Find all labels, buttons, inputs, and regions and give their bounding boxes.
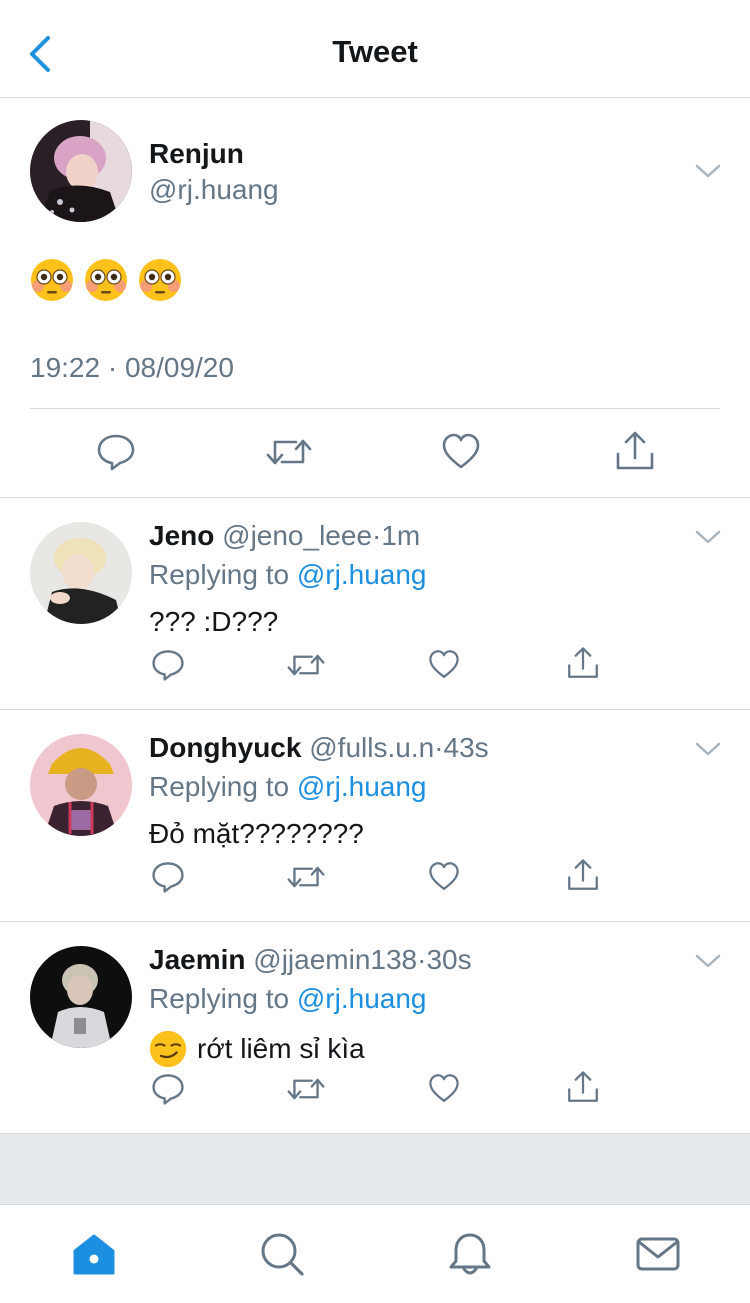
replying-to-link[interactable]: @rj.huang <box>297 559 427 590</box>
author-name[interactable]: Jeno <box>149 520 214 551</box>
retweet-icon[interactable] <box>287 1072 325 1106</box>
author-handle[interactable]: @jeno_leee <box>222 520 372 551</box>
flushed-face-icon <box>139 259 181 301</box>
share-icon[interactable] <box>566 1070 600 1104</box>
share-icon[interactable] <box>566 646 600 680</box>
author-name[interactable]: Renjun <box>149 138 244 170</box>
reply-text: Đỏ mặt???????? <box>149 818 364 850</box>
reply-text: rớt liêm sỉ kìa <box>149 1030 365 1068</box>
reply-actions <box>0 858 750 898</box>
main-tweet: Renjun @rj.huang 19:22 · 08/09/20 <box>0 98 750 498</box>
reply-time: 30s <box>426 944 472 975</box>
heart-icon[interactable] <box>428 860 460 892</box>
retweet-icon[interactable] <box>287 648 325 682</box>
reply-icon[interactable] <box>151 860 185 894</box>
chevron-down-icon[interactable] <box>694 528 722 546</box>
reply-actions <box>0 646 750 686</box>
replying-to: Replying to @rj.huang <box>149 559 426 591</box>
reply-icon[interactable] <box>151 1072 185 1106</box>
heart-icon[interactable] <box>428 648 460 680</box>
reply-time: 43s <box>443 732 489 763</box>
tweet-actions <box>0 428 750 478</box>
bell-icon[interactable] <box>447 1231 493 1277</box>
separator-dot: · <box>434 732 444 763</box>
author-name[interactable]: Jaemin <box>149 944 246 975</box>
heart-icon[interactable] <box>428 1072 460 1104</box>
reply-header: Jaemin @jjaemin138·30s <box>149 944 472 976</box>
author-handle[interactable]: @fulls.u.n <box>309 732 434 763</box>
top-nav-bar: Tweet <box>0 0 750 98</box>
reply-icon[interactable] <box>96 432 136 472</box>
reply-tweet[interactable]: Donghyuck @fulls.u.n·43s Replying to @rj… <box>0 710 750 922</box>
share-icon[interactable] <box>614 430 656 472</box>
replying-to: Replying to @rj.huang <box>149 983 426 1015</box>
smirking-face-icon <box>149 1030 187 1068</box>
page-title: Tweet <box>332 34 418 69</box>
reply-body: rớt liêm sỉ kìa <box>197 1033 365 1064</box>
replying-to: Replying to @rj.huang <box>149 771 426 803</box>
replying-to-label: Replying to <box>149 559 290 590</box>
empty-area <box>0 1134 750 1204</box>
flushed-face-icon <box>31 259 73 301</box>
separator-dot: · <box>372 520 382 551</box>
replying-to-label: Replying to <box>149 983 290 1014</box>
author-handle[interactable]: @jjaemin138 <box>253 944 417 975</box>
flushed-face-icon <box>85 259 127 301</box>
replying-to-label: Replying to <box>149 771 290 802</box>
avatar[interactable] <box>30 734 132 836</box>
tweet-timestamp: 19:22 · 08/09/20 <box>30 352 234 383</box>
tweet-body <box>30 258 182 302</box>
author-name[interactable]: Donghyuck <box>149 732 301 763</box>
share-icon[interactable] <box>566 858 600 892</box>
reply-header: Donghyuck @fulls.u.n·43s <box>149 732 489 764</box>
reply-header: Jeno @jeno_leee·1m <box>149 520 420 552</box>
avatar[interactable] <box>30 120 132 222</box>
chevron-down-icon[interactable] <box>694 952 722 970</box>
divider <box>30 408 720 409</box>
retweet-icon[interactable] <box>287 860 325 894</box>
reply-actions <box>0 1070 750 1110</box>
bottom-tab-bar <box>0 1204 750 1303</box>
replying-to-link[interactable]: @rj.huang <box>297 771 427 802</box>
mail-icon[interactable] <box>635 1231 681 1277</box>
chevron-down-icon[interactable] <box>694 740 722 758</box>
retweet-icon[interactable] <box>266 432 312 472</box>
avatar[interactable] <box>30 522 132 624</box>
search-icon[interactable] <box>259 1231 305 1277</box>
reply-time: 1m <box>381 520 421 551</box>
reply-icon[interactable] <box>151 648 185 682</box>
replying-to-link[interactable]: @rj.huang <box>297 983 427 1014</box>
home-icon[interactable] <box>71 1231 117 1277</box>
reply-tweet[interactable]: Jeno @jeno_leee·1m Replying to @rj.huang… <box>0 498 750 710</box>
reply-body: Đỏ mặt???????? <box>149 818 364 849</box>
chevron-down-icon[interactable] <box>694 162 722 180</box>
reply-text: ??? :D??? <box>149 606 278 638</box>
reply-body: ??? :D??? <box>149 606 279 637</box>
heart-icon[interactable] <box>441 432 481 470</box>
avatar[interactable] <box>30 946 132 1048</box>
author-handle[interactable]: @rj.huang <box>149 174 279 206</box>
reply-tweet[interactable]: Jaemin @jjaemin138·30s Replying to @rj.h… <box>0 922 750 1134</box>
